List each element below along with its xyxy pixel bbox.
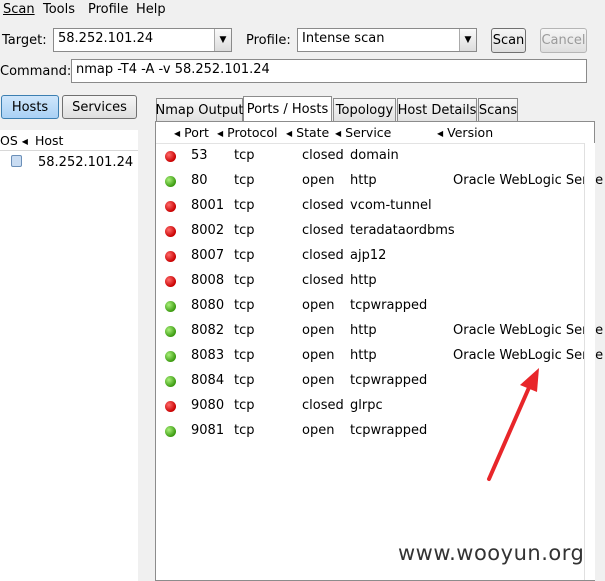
annotation-arrow-icon	[487, 368, 539, 481]
watermark: www.wooyun.org	[398, 541, 585, 565]
